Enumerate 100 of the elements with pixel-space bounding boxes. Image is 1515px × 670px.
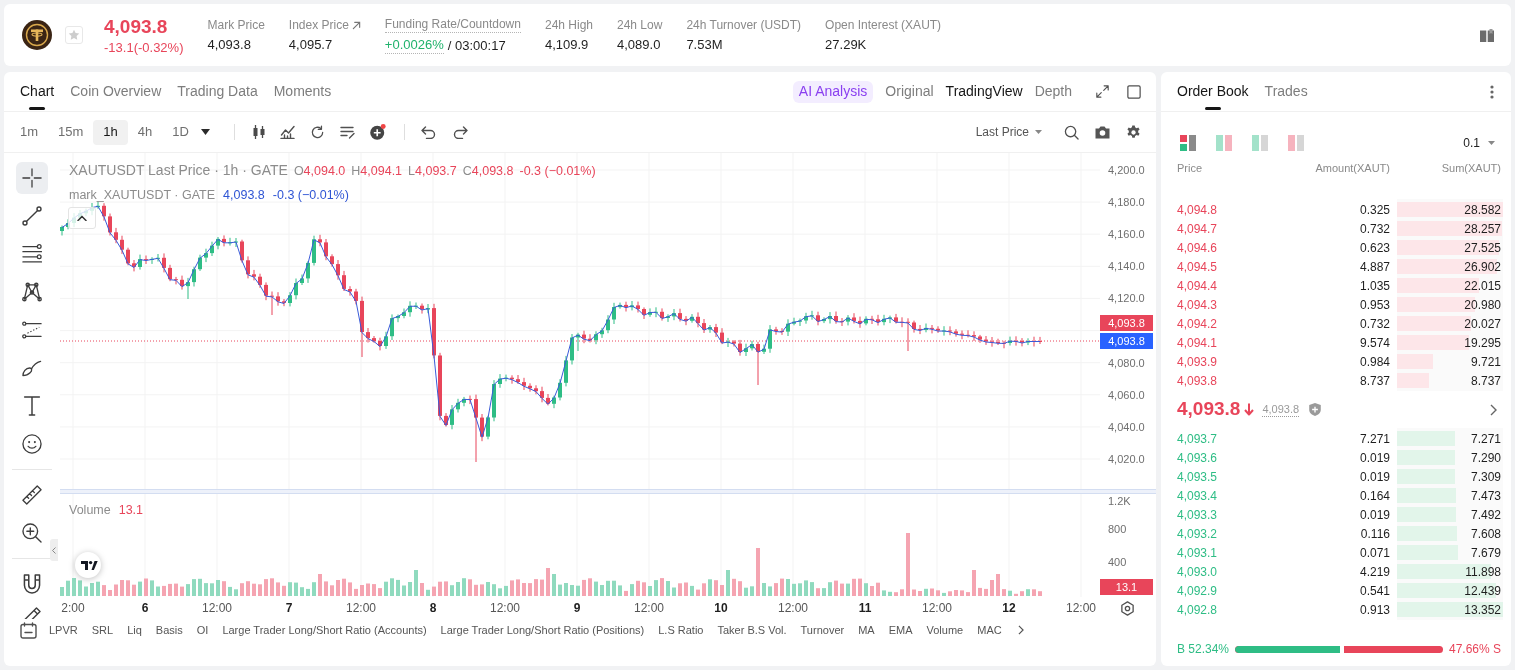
indicator-tab[interactable]: Large Trader Long/Short Ratio (Positions) <box>440 621 645 639</box>
chart-tab[interactable]: Trading Data <box>177 72 258 111</box>
view-tab[interactable]: AI Analysis <box>792 80 874 103</box>
indicator-tab[interactable]: Basis <box>155 621 183 639</box>
window-icon[interactable] <box>1127 84 1141 99</box>
indicator-tab[interactable]: L.S Ratio <box>658 621 704 639</box>
chevron-right-icon[interactable] <box>1017 625 1024 635</box>
caret-icon <box>1488 141 1495 145</box>
chart-tab[interactable]: Coin Overview <box>70 72 162 111</box>
indicator-tab[interactable]: OI <box>196 621 209 639</box>
interval-button[interactable]: 1h <box>93 119 128 145</box>
sum-cell-text: 7.679 <box>1470 544 1502 562</box>
expand-icon[interactable] <box>1096 85 1109 98</box>
caret-icon[interactable] <box>200 129 210 135</box>
layout-option-icon[interactable] <box>1180 135 1196 151</box>
redo-icon[interactable] <box>452 125 468 139</box>
order-book-tab[interactable]: Order Book <box>1177 72 1249 111</box>
time-axis-label: 7 <box>285 600 293 616</box>
view-tab[interactable]: Original <box>885 81 934 102</box>
brush-icon <box>22 358 42 378</box>
interval-button[interactable]: 1D <box>162 119 199 145</box>
amount-cell-text: 4.887 <box>1358 258 1390 276</box>
ruler-icon <box>22 485 42 505</box>
price-cell-text: 4,092.9 <box>1177 582 1219 600</box>
price-cell-text: 4,093.4 <box>1177 487 1219 505</box>
mark-price: 4,093.8 <box>1262 402 1300 417</box>
price-axis-label: 4,040.0 <box>1108 419 1145 434</box>
camera-icon[interactable] <box>1095 125 1110 139</box>
sum-cell-text: 28.257 <box>1464 220 1502 238</box>
price-source-dropdown[interactable]: Last Price <box>975 123 1042 141</box>
indicator-tab[interactable]: SRL <box>91 621 114 639</box>
stat-value: 4,095.7 <box>288 36 334 53</box>
indicator-tab[interactable]: Taker B.S Vol. <box>717 621 787 639</box>
search-icon[interactable] <box>1064 124 1079 140</box>
order-book-tab[interactable]: Trades <box>1264 72 1308 111</box>
amount-cell-text: 9.574 <box>1358 334 1390 352</box>
chart-line-icon[interactable] <box>279 125 295 139</box>
price-axis-label: 4,160.0 <box>1108 227 1145 242</box>
amount-cell-text: 0.019 <box>1358 468 1390 486</box>
book-icon[interactable] <box>1480 28 1494 42</box>
sum-cell-text: 11.898 <box>1465 563 1502 581</box>
chevron-right-icon[interactable] <box>1490 403 1497 416</box>
collapse-legend-button[interactable] <box>68 207 96 229</box>
view-tab[interactable]: Depth <box>1034 81 1072 102</box>
stat-label: 24h Low <box>617 17 663 33</box>
amount-cell-text: 0.164 <box>1358 487 1390 505</box>
price-cell-text: 4,093.5 <box>1177 468 1219 486</box>
amount-cell-text: 0.623 <box>1358 239 1390 257</box>
interval-button[interactable]: 4h <box>127 119 163 145</box>
sum-cell-text: 9.721 <box>1470 353 1502 371</box>
stat-value: 7.53M <box>686 36 724 53</box>
indicator-tab[interactable]: Large Trader Long/Short Ratio (Accounts) <box>222 621 427 639</box>
indicator-tab[interactable]: Volume <box>926 621 964 639</box>
indicator-tab[interactable]: Liq <box>127 621 142 639</box>
price-cell-text: 4,094.8 <box>1177 201 1219 219</box>
time-axis-label: 12 <box>1002 600 1016 616</box>
collapse-toolbar-button[interactable] <box>50 539 58 561</box>
add-circle-icon[interactable] <box>369 124 386 140</box>
list-icon[interactable] <box>339 125 355 139</box>
price-cell-text: 4,093.7 <box>1177 430 1219 448</box>
indicator-tab[interactable]: EMA <box>888 621 913 639</box>
star-icon <box>68 29 80 41</box>
price-axis-label: 4,120.0 <box>1108 291 1145 306</box>
price-cell-text: 4,093.9 <box>1177 353 1219 371</box>
mark-legend-value: 4,093.8 <box>223 187 265 204</box>
indicator-tab[interactable]: MA <box>858 621 875 639</box>
calendar-icon[interactable] <box>20 621 37 639</box>
precision-dropdown[interactable]: 0.1 <box>1463 134 1495 152</box>
axis-settings-icon[interactable] <box>1119 600 1135 616</box>
channel-lines-icon <box>22 320 42 340</box>
sum-cell-text: 12.439 <box>1464 582 1502 600</box>
amount-cell-text: 4.219 <box>1358 563 1390 581</box>
settings-icon[interactable] <box>1126 124 1141 140</box>
chart-tab[interactable]: Moments <box>273 72 332 111</box>
indicator-tab[interactable]: LPVR <box>49 621 78 639</box>
volume-legend-title: Volume <box>69 502 111 519</box>
interval-button[interactable]: 1m <box>10 119 49 145</box>
replay-icon[interactable] <box>309 124 325 140</box>
price-cell-text: 4,093.8 <box>1177 372 1219 390</box>
indicator-tab[interactable]: MAC <box>977 621 1002 639</box>
amount-cell-text: 0.019 <box>1358 506 1390 524</box>
time-axis-label: 12:00 <box>1066 600 1096 616</box>
crosshair-tool-button[interactable] <box>16 162 48 194</box>
candlestick-icon[interactable] <box>252 125 265 139</box>
chart-tab[interactable]: Chart <box>20 72 55 111</box>
price-axis-label: 4,060.0 <box>1108 387 1145 402</box>
view-tab[interactable]: TradingView <box>945 81 1023 102</box>
interval-button[interactable]: 15m <box>48 119 94 145</box>
column-header: Price <box>1177 160 1204 176</box>
sum-cell-text: 7.608 <box>1470 525 1502 543</box>
indicator-tab[interactable]: Turnover <box>800 621 845 639</box>
undo-icon[interactable] <box>420 125 436 139</box>
amount-cell-text: 0.953 <box>1358 296 1390 314</box>
arrow-up-right-icon[interactable] <box>351 20 361 30</box>
volume-axis-label: 400 <box>1108 555 1127 569</box>
amount-cell-text: 0.541 <box>1358 582 1390 600</box>
price-axis-label: 4,080.0 <box>1108 355 1145 370</box>
amount-cell-text: 0.732 <box>1358 315 1390 333</box>
more-icon[interactable] <box>1490 84 1494 99</box>
amount-cell-text: 7.271 <box>1358 430 1390 448</box>
